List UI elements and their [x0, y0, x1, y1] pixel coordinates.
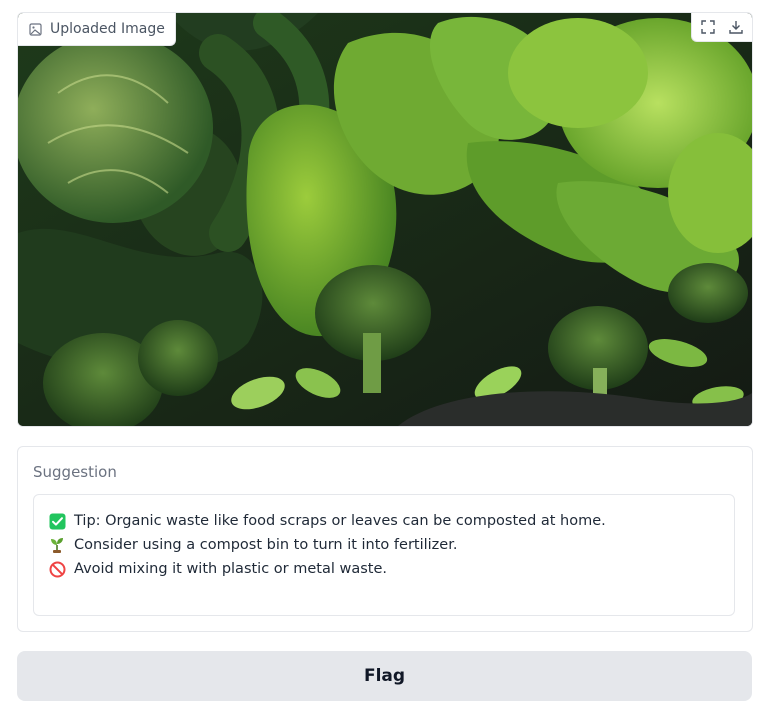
prohibited-icon	[48, 560, 66, 578]
image-label: Uploaded Image	[18, 13, 176, 46]
suggestion-line: Consider using a compost bin to turn it …	[48, 533, 720, 557]
suggestion-line-text: Avoid mixing it with plastic or metal wa…	[74, 561, 388, 577]
seedling-icon	[48, 536, 66, 554]
image-label-text: Uploaded Image	[50, 21, 165, 37]
image-icon	[28, 22, 42, 36]
image-actions	[691, 13, 752, 42]
check-mark-icon	[48, 512, 66, 530]
suggestion-title: Suggestion	[33, 463, 117, 481]
flag-button[interactable]: Flag	[17, 651, 752, 701]
suggestion-line: Tip: Organic waste like food scraps or l…	[48, 509, 720, 533]
uploaded-image-panel: Uploaded Image	[17, 12, 753, 427]
suggestion-line: Avoid mixing it with plastic or metal wa…	[48, 557, 720, 581]
suggestion-line-text: Tip: Organic waste like food scraps or l…	[74, 513, 606, 529]
download-icon[interactable]	[726, 17, 746, 37]
fullscreen-icon[interactable]	[698, 17, 718, 37]
suggestion-line-text: Consider using a compost bin to turn it …	[74, 537, 458, 553]
suggestion-textbox[interactable]: Tip: Organic waste like food scraps or l…	[33, 494, 735, 616]
uploaded-image	[18, 13, 752, 426]
suggestion-panel: Suggestion Tip: Organic waste like food …	[17, 446, 753, 632]
